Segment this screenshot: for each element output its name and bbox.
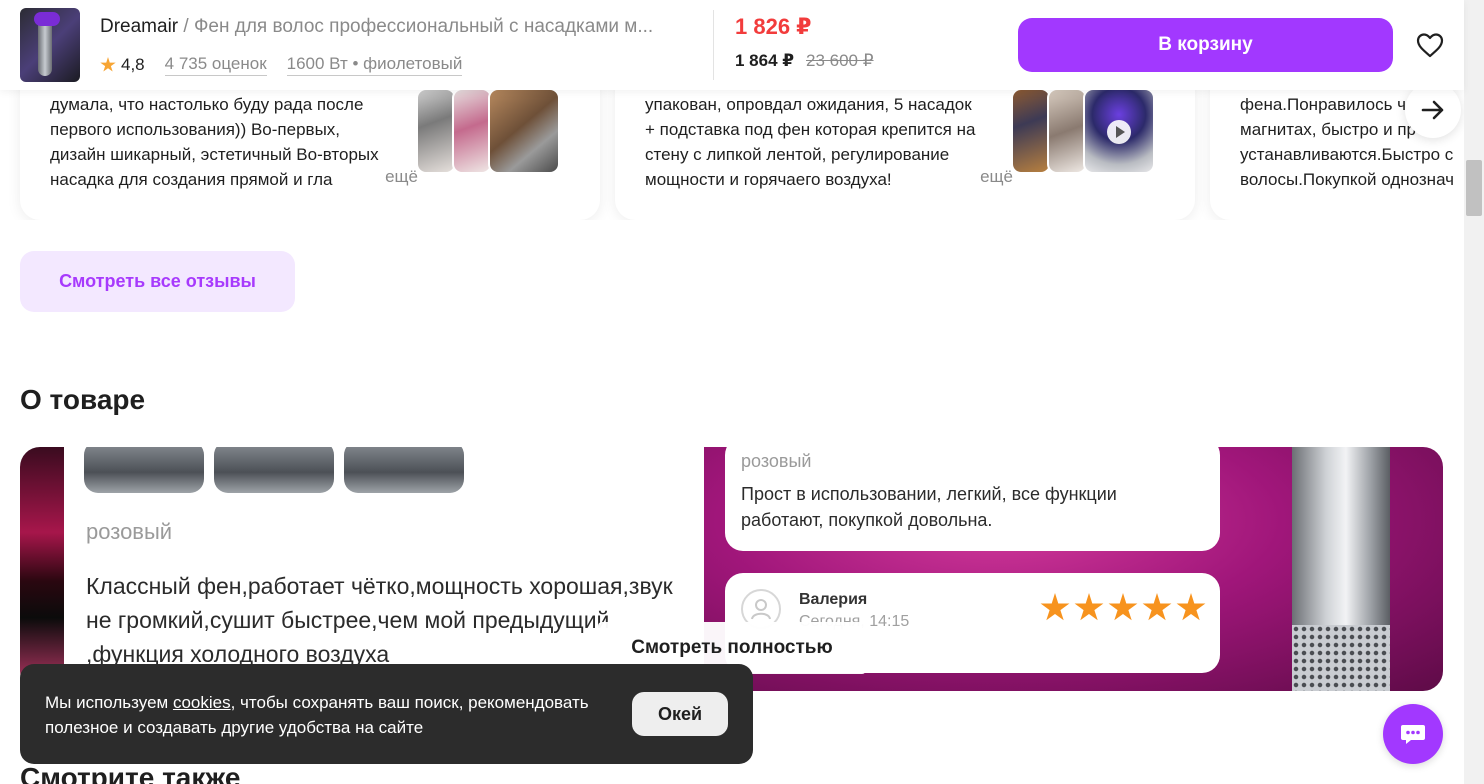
cookie-accept-button[interactable]: Окей: [632, 692, 728, 736]
review-photo[interactable]: [452, 88, 492, 174]
reviews-count-link[interactable]: 4 735 оценок: [164, 54, 267, 76]
price-alt: 1 864 ₽: [735, 51, 795, 70]
review-photo[interactable]: [416, 88, 456, 174]
chat-button[interactable]: [1383, 704, 1443, 764]
star-icon: [1176, 593, 1206, 621]
banner-variant: розовый: [741, 451, 812, 471]
rating-stars: [1040, 593, 1206, 623]
star-icon: [1108, 593, 1138, 621]
banner-decoration: [20, 447, 64, 691]
review-text: упакован, опровдал ожидания, 5 насадок +…: [645, 95, 976, 189]
banner-review-card: розовый Прост в использовании, легкий, в…: [725, 447, 1220, 551]
price-current: 1 826 ₽: [735, 14, 812, 39]
star-icon: [100, 57, 116, 72]
banner-thumbnail: [84, 447, 204, 493]
review-photos[interactable]: [1011, 88, 1155, 174]
review-photos[interactable]: [416, 88, 560, 174]
price-old: 23 600 ₽: [806, 51, 874, 70]
product-brand[interactable]: Dreamair: [100, 16, 178, 37]
star-icon: [1040, 593, 1070, 621]
heart-icon: [1416, 33, 1444, 58]
product-specs-link[interactable]: 1600 Вт • фиолетовый: [286, 54, 463, 76]
sticky-product-header: Dreamair / Фен для волос профессиональны…: [0, 0, 1464, 90]
star-icon: [1142, 593, 1172, 621]
carousel-next-button[interactable]: [1405, 82, 1461, 138]
cookie-banner: Мы используем cookies, чтобы сохранять в…: [20, 664, 753, 764]
product-image-head: [34, 12, 60, 26]
product-title[interactable]: Dreamair / Фен для волос профессиональны…: [100, 16, 690, 38]
banner-thumbnails: [84, 447, 464, 493]
banner-thumbnail: [344, 447, 464, 493]
review-photo[interactable]: [488, 88, 560, 174]
cookie-text-start: Мы используем: [45, 693, 173, 712]
about-title: О товаре: [20, 384, 146, 415]
add-to-cart-button[interactable]: В корзину: [1018, 18, 1393, 72]
banner-review-text: Классный фен,работает чётко,мощность хор…: [86, 573, 673, 667]
arrow-right-icon: [1421, 100, 1444, 120]
star-icon: [1074, 593, 1104, 621]
header-divider: [713, 10, 714, 80]
cookies-link[interactable]: cookies: [173, 693, 231, 712]
review-more-link[interactable]: ещё: [945, 167, 1015, 192]
scrollbar-thumb[interactable]: [1466, 160, 1482, 216]
chat-icon: [1401, 725, 1425, 744]
play-icon: [1107, 120, 1131, 144]
review-photo[interactable]: [1047, 88, 1087, 174]
see-also-title: Смотрите также: [20, 762, 241, 784]
review-photo-video[interactable]: [1083, 88, 1155, 174]
product-rating: 4,8: [121, 55, 145, 74]
product-name: / Фен для волос профессиональный с насад…: [178, 16, 654, 37]
favorite-button[interactable]: [1412, 28, 1448, 62]
page: думала, что настолько буду рада после пе…: [0, 0, 1484, 784]
review-more-link[interactable]: ещё: [350, 167, 420, 192]
review-photo[interactable]: [1011, 88, 1051, 174]
review-text: думала, что настолько буду рада после пе…: [50, 95, 379, 189]
banner-review-text: Прост в использовании, легкий, все функц…: [741, 484, 1117, 530]
all-reviews-button[interactable]: Смотреть все отзывы: [20, 251, 295, 312]
reviewer-name: Валерия: [799, 591, 868, 608]
scrollbar-track[interactable]: [1464, 0, 1484, 784]
product-thumbnail[interactable]: [20, 8, 80, 82]
cookie-text: Мы используем cookies, чтобы сохранять в…: [45, 690, 625, 740]
banner-variant: розовый: [86, 519, 173, 544]
banner-thumbnail: [214, 447, 334, 493]
product-meta: 4,8 4 735 оценок 1600 Вт • фиолетовый: [100, 54, 463, 76]
hair-dryer-grille: [1292, 625, 1390, 691]
